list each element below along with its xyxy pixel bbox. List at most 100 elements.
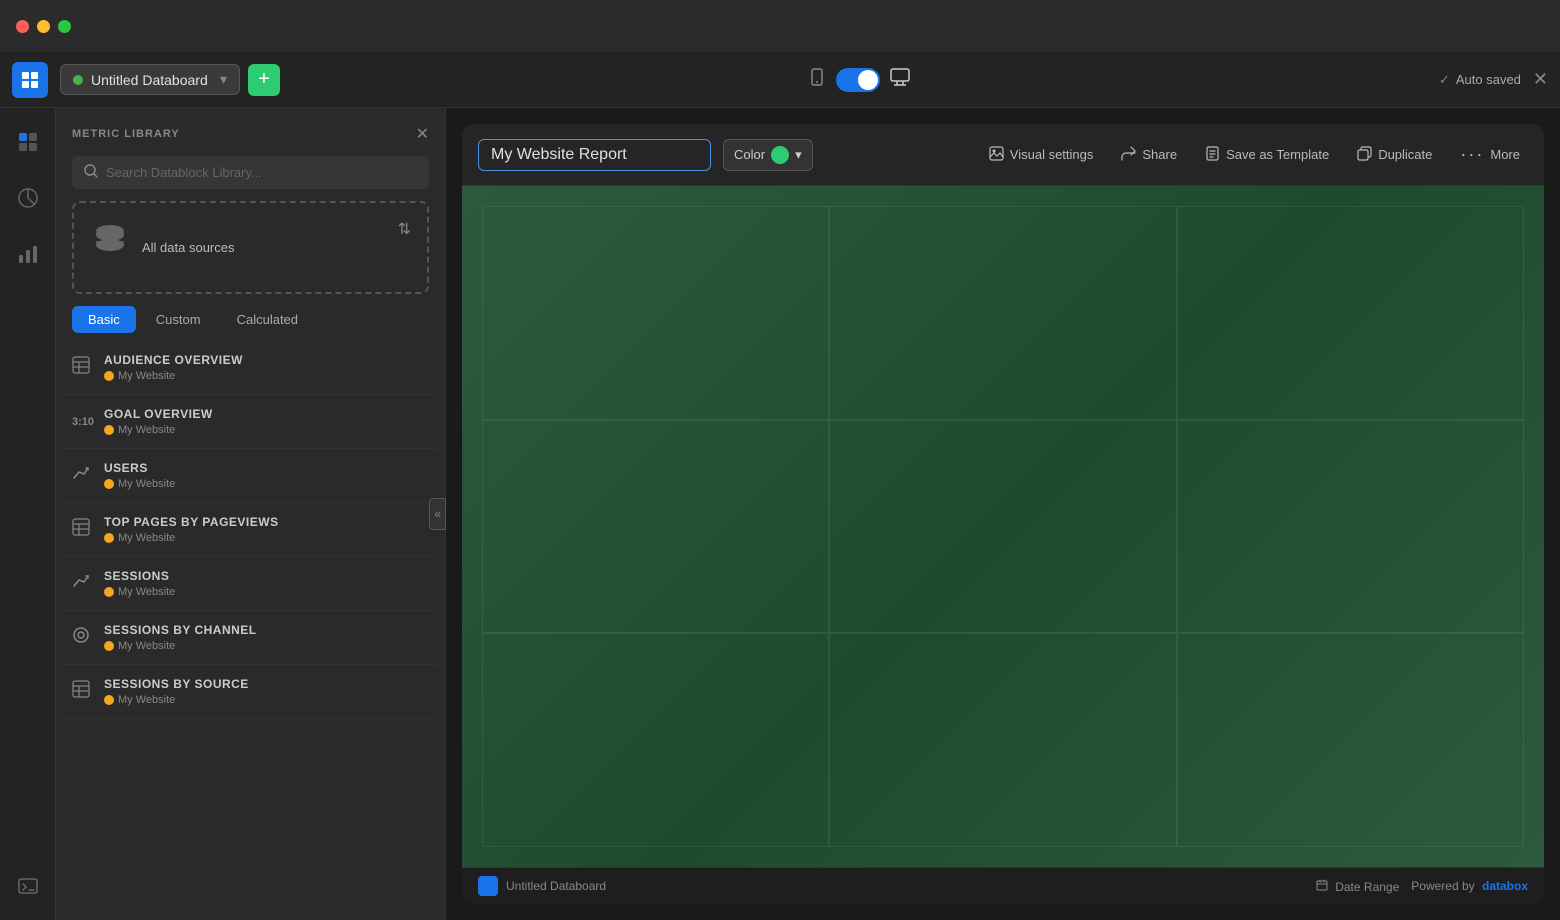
color-picker-button[interactable]: Color ▾ (723, 139, 813, 171)
metric-icon-table3 (72, 680, 92, 703)
metric-item-goal-overview[interactable]: 3:10 GOAL OVERVIEW My Website (64, 395, 437, 449)
metric-source: My Website (118, 694, 175, 706)
chevron-right-icon: ⇅ (398, 219, 411, 239)
desktop-icon[interactable] (890, 68, 910, 91)
metric-icon-table (72, 356, 92, 379)
color-swatch (771, 146, 789, 164)
panel-title: METRIC LIBRARY (72, 128, 180, 140)
metric-name: GOAL OVERVIEW (104, 407, 213, 421)
metric-icon-table2 (72, 518, 92, 541)
date-range-label: Date Range (1316, 879, 1399, 894)
metric-source: My Website (118, 424, 175, 436)
canvas-databoard-name: Untitled Databoard (506, 879, 606, 893)
metric-item-top-pages[interactable]: TOP PAGES BY PAGEVIEWS My Website (64, 503, 437, 557)
chevron-down-icon: ▾ (220, 71, 227, 88)
device-toggle (808, 68, 910, 92)
share-button[interactable]: Share (1113, 140, 1185, 170)
auto-saved-indicator: ✓ Auto saved (1439, 72, 1521, 88)
chevron-down-icon: ▾ (795, 147, 802, 163)
close-button[interactable]: ✕ (1533, 69, 1548, 90)
metric-source: My Website (118, 586, 175, 598)
metric-icon-gauge: 3:10 (72, 416, 92, 428)
source-indicator (104, 479, 114, 489)
datasource-icon (90, 219, 130, 268)
grid-cell (482, 633, 829, 847)
grid-cell (829, 206, 1176, 420)
tab-custom[interactable]: Custom (140, 306, 217, 333)
grid-cell (1177, 206, 1524, 420)
nav-center (280, 68, 1439, 92)
source-indicator (104, 533, 114, 543)
report-title-input[interactable] (478, 139, 711, 171)
view-toggle[interactable] (836, 68, 880, 92)
image-icon (989, 146, 1004, 164)
status-dot (73, 75, 83, 85)
tab-bar: Basic Custom Calculated (56, 306, 445, 333)
metric-list: AUDIENCE OVERVIEW My Website 3:10 GOAL O… (56, 341, 445, 920)
grid-cell (829, 633, 1176, 847)
grid-cell (829, 420, 1176, 634)
sidebar-item-charts[interactable] (10, 236, 46, 272)
metric-library-panel: METRIC LIBRARY ✕ (56, 108, 446, 920)
app: Untitled Databoard ▾ + (0, 52, 1560, 920)
metric-icon-sessions (72, 572, 92, 595)
source-indicator (104, 371, 114, 381)
more-button[interactable]: ··· More (1452, 138, 1528, 171)
source-indicator (104, 641, 114, 651)
grid-cell (482, 420, 829, 634)
save-as-template-label: Save as Template (1226, 147, 1329, 162)
metric-source: My Website (118, 532, 175, 544)
sidebar-item-dashboard[interactable] (10, 124, 46, 160)
metric-name: SESSIONS BY CHANNEL (104, 623, 257, 637)
databoard-name: Untitled Databoard (91, 72, 208, 88)
template-icon (1205, 146, 1220, 164)
brand-name: databox (1482, 879, 1528, 893)
metric-item-sessions[interactable]: SESSIONS My Website (64, 557, 437, 611)
datasource-card[interactable]: All data sources ⇅ (72, 201, 429, 294)
source-indicator (104, 587, 114, 597)
tab-calculated[interactable]: Calculated (221, 306, 314, 333)
sidebar-item-analytics[interactable] (10, 180, 46, 216)
top-nav: Untitled Databoard ▾ + (0, 52, 1560, 108)
metric-name: SESSIONS BY SOURCE (104, 677, 249, 691)
metric-source: My Website (118, 640, 175, 652)
mobile-icon[interactable] (808, 68, 826, 91)
visual-settings-button[interactable]: Visual settings (981, 140, 1102, 170)
share-icon (1121, 146, 1136, 164)
metric-source: My Website (118, 478, 175, 490)
tab-basic[interactable]: Basic (72, 306, 136, 333)
grid-cell (1177, 420, 1524, 634)
grid-cell (1177, 633, 1524, 847)
metric-icon-donut (72, 626, 92, 649)
metric-source: My Website (118, 370, 175, 382)
sidebar-item-terminal[interactable] (10, 868, 46, 904)
metric-item-users[interactable]: USERS My Website (64, 449, 437, 503)
visual-settings-label: Visual settings (1010, 147, 1094, 162)
search-input[interactable] (106, 165, 417, 180)
source-indicator (104, 425, 114, 435)
app-logo[interactable] (12, 62, 48, 98)
databoard-selector[interactable]: Untitled Databoard ▾ (60, 64, 240, 95)
search-box (72, 156, 429, 189)
traffic-light-yellow[interactable] (37, 20, 50, 33)
metric-name: AUDIENCE OVERVIEW (104, 353, 243, 367)
canvas-area: Color ▾ Visual settin (446, 108, 1560, 920)
window-chrome (0, 0, 1560, 52)
metric-name: TOP PAGES BY PAGEVIEWS (104, 515, 279, 529)
close-panel-button[interactable]: ✕ (416, 124, 429, 144)
traffic-light-red[interactable] (16, 20, 29, 33)
panel-header: METRIC LIBRARY ✕ (56, 108, 445, 156)
metric-item-sessions-source[interactable]: SESSIONS BY SOURCE My Website (64, 665, 437, 719)
traffic-light-green[interactable] (58, 20, 71, 33)
powered-by-label: Powered by databox (1411, 879, 1528, 893)
save-as-template-button[interactable]: Save as Template (1197, 140, 1337, 170)
collapse-panel-button[interactable]: « (429, 498, 446, 530)
metric-item-sessions-channel[interactable]: SESSIONS BY CHANNEL My Website (64, 611, 437, 665)
share-label: Share (1142, 147, 1177, 162)
check-icon: ✓ (1439, 72, 1450, 88)
metric-item-audience-overview[interactable]: AUDIENCE OVERVIEW My Website (64, 341, 437, 395)
duplicate-button[interactable]: Duplicate (1349, 140, 1440, 170)
source-indicator (104, 695, 114, 705)
add-databoard-button[interactable]: + (248, 64, 280, 96)
grid-canvas (462, 186, 1544, 867)
